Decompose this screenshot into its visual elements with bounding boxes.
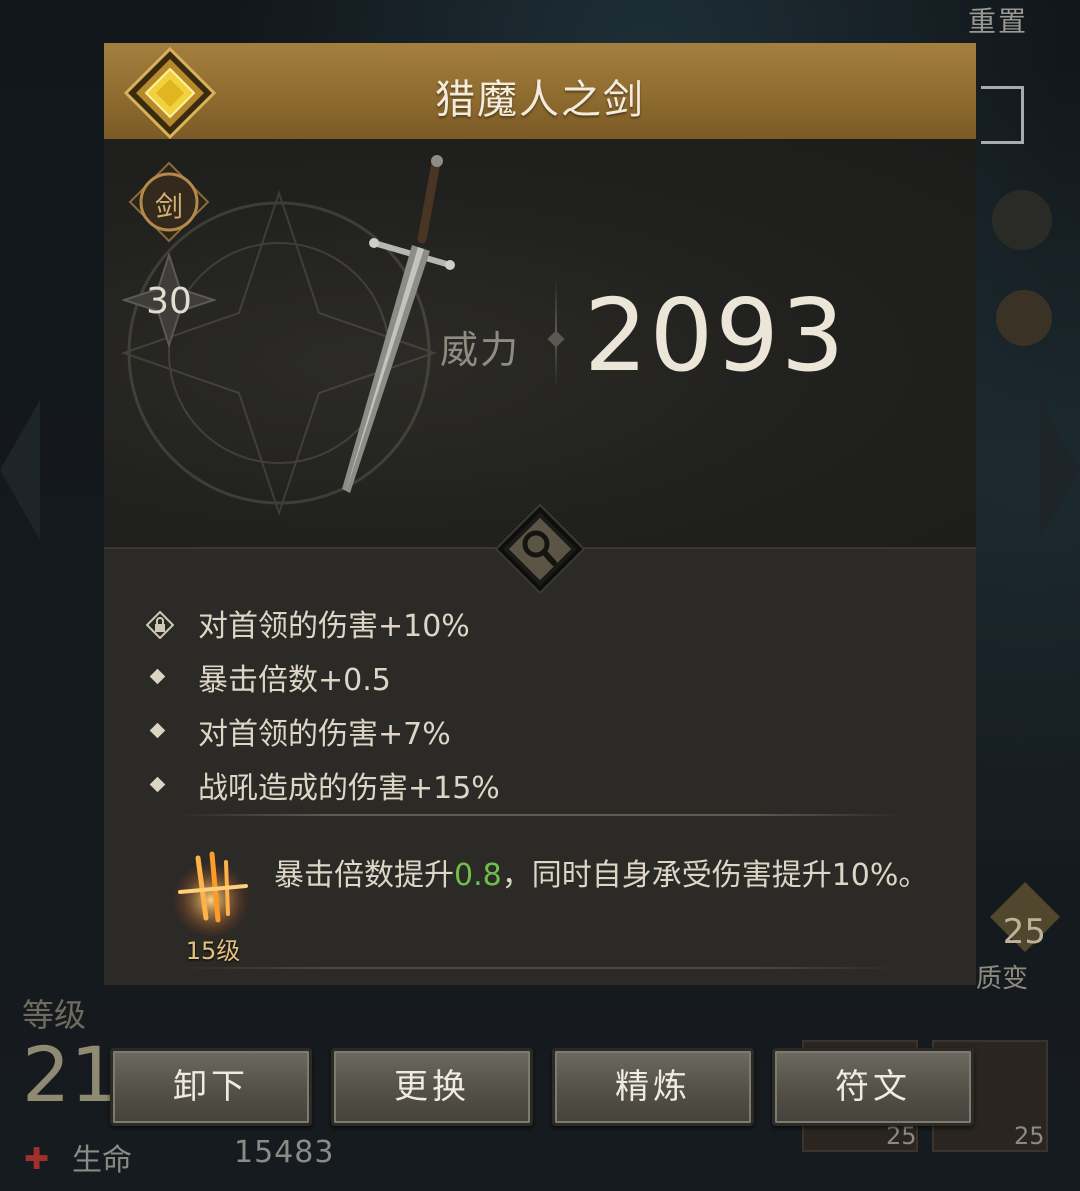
sword-item-icon (342, 155, 455, 493)
item-name: 猎魔人之剑 (435, 77, 645, 123)
power-label: 威力 (440, 328, 521, 372)
section-divider (178, 967, 902, 969)
legendary-rarity-icon (124, 47, 216, 139)
affix-text: 战吼造成的伤害+15% (198, 771, 500, 806)
health-cross-icon: ✚ (24, 1142, 50, 1177)
item-header: 猎魔人之剑 (104, 43, 976, 142)
skill-text-part: 暴击倍数提升 (274, 858, 454, 893)
next-arrow-icon[interactable] (1040, 400, 1080, 540)
affix-row: 战吼造成的伤害+15% (140, 763, 940, 817)
affix-row: 对首领的伤害+10% (140, 601, 940, 655)
refine-button[interactable]: 精炼 (552, 1048, 754, 1126)
affix-text: 对首领的伤害+10% (198, 609, 470, 644)
skill-highlight-value: 0.8 (454, 858, 502, 893)
reset-button[interactable]: 重置 (968, 0, 1028, 40)
cell-count: 25 (1014, 1122, 1045, 1150)
flame-claw-skill-icon (171, 851, 251, 936)
item-level: 30 (146, 281, 192, 322)
amulet-slot-icon[interactable] (996, 290, 1052, 346)
weapon-type-label: 剑 (154, 190, 183, 223)
replace-button[interactable]: 更换 (331, 1048, 533, 1126)
lock-icon (146, 611, 174, 639)
diamond-bullet-icon (149, 668, 166, 685)
power-value: 2093 (584, 277, 847, 394)
transmute-value: 25 (1002, 912, 1046, 952)
rune-button[interactable]: 符文 (772, 1048, 974, 1126)
armor-slot-icon[interactable] (992, 190, 1052, 250)
affix-list: 对首领的伤害+10% 暴击倍数+0.5 对首领的伤害+7% 战吼造成的伤害+15… (140, 601, 940, 817)
cell-count: 25 (886, 1122, 917, 1150)
level-value: 21 (22, 1030, 119, 1119)
frame-bracket-icon (981, 86, 1024, 144)
hp-label: 生命 (72, 1143, 132, 1178)
affix-row: 暴击倍数+0.5 (140, 655, 940, 709)
diamond-bullet-icon (149, 722, 166, 739)
skill-text-part: ，同时自身承受伤害提升10%。 (501, 858, 929, 893)
skill-description: 暴击倍数提升0.8，同时自身承受伤害提升10%。 (274, 855, 934, 897)
hp-value: 15483 (234, 1135, 335, 1170)
diamond-bullet-icon (149, 776, 166, 793)
prev-arrow-icon[interactable] (0, 400, 40, 540)
item-detail-panel: 猎魔人之剑 剑 30 威力 2093 对首领的伤害+10% 暴击倍数+0.5 对… (104, 43, 976, 985)
inspect-magnify-button[interactable] (494, 503, 586, 595)
affix-row: 对首领的伤害+7% (140, 709, 940, 763)
unequip-button[interactable]: 卸下 (110, 1048, 312, 1126)
transmute-label[interactable]: 质变 (976, 958, 1028, 995)
affix-text: 暴击倍数+0.5 (198, 663, 391, 698)
skill-level-label: 15级 (185, 937, 241, 965)
affix-text: 对首领的伤害+7% (198, 717, 451, 752)
section-divider (178, 814, 902, 816)
